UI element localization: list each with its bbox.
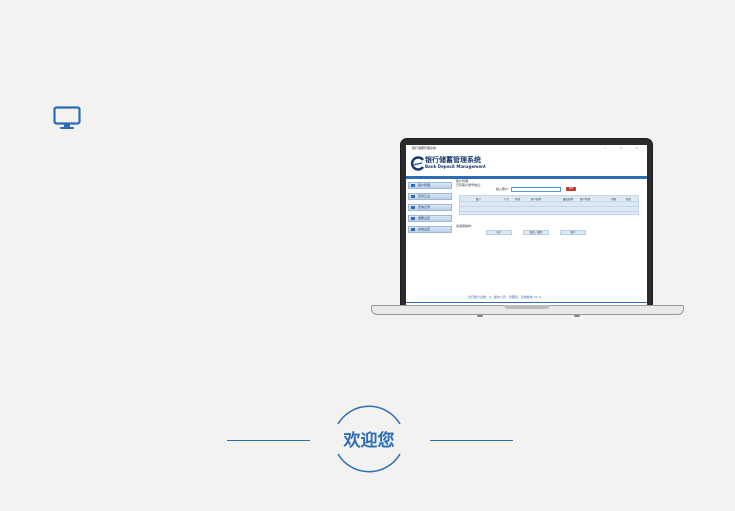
sidebar-item-customer[interactable]: 客户管理 bbox=[408, 182, 452, 189]
sidebar: 客户管理 存款汇总 查询记录 储蓄设置 系统设置 bbox=[408, 182, 452, 300]
withdraw-delete-button[interactable]: 取款、删除 bbox=[523, 230, 549, 235]
nav-icon bbox=[411, 184, 415, 187]
nav-icon bbox=[411, 195, 415, 198]
status-footer: 当日账户总数：0，操作人员：管理员，系统版本 V1.0 bbox=[468, 295, 541, 299]
table-row[interactable] bbox=[460, 201, 638, 202]
nav-icon bbox=[411, 228, 415, 231]
laptop-foot bbox=[477, 315, 483, 317]
table-row[interactable] bbox=[460, 211, 638, 212]
laptop-screen: 银行储蓄管理系统 — □ × 银行储蓄管理系统 Bank Deposit Man… bbox=[406, 145, 647, 305]
sidebar-item-system-settings[interactable]: 系统设置 bbox=[408, 226, 452, 233]
header-bar bbox=[406, 176, 647, 179]
app-name-en: Bank Deposit Management bbox=[425, 164, 486, 169]
close-account-button[interactable]: 销户 bbox=[560, 230, 586, 235]
bank-logo-icon bbox=[410, 156, 425, 171]
table-row[interactable] bbox=[460, 206, 638, 207]
account-input[interactable] bbox=[511, 187, 561, 192]
sidebar-item-deposit-summary[interactable]: 存款汇总 bbox=[408, 193, 452, 200]
account-input-label: 输入账户: bbox=[496, 187, 510, 191]
accounts-table: 账户 户主 存款 开户日期 最近日期 客户经理 余额 状态 bbox=[459, 195, 639, 215]
nav-icon bbox=[411, 206, 415, 209]
window-title: 银行储蓄管理系统 bbox=[412, 146, 437, 150]
sidebar-item-savings-settings[interactable]: 储蓄设置 bbox=[408, 215, 452, 222]
operations-label: 请选择操作: bbox=[456, 224, 473, 228]
laptop-notch bbox=[504, 305, 550, 309]
monitor-icon bbox=[53, 106, 81, 129]
welcome-line-left bbox=[227, 440, 310, 441]
welcome-text: 欢迎您 bbox=[343, 431, 395, 451]
window-controls[interactable]: — □ × bbox=[604, 146, 644, 150]
welcome-line-right bbox=[430, 440, 513, 441]
nav-icon bbox=[411, 217, 415, 220]
sidebar-item-query[interactable]: 查询记录 bbox=[408, 204, 452, 211]
query-button[interactable]: 查询 bbox=[566, 187, 576, 191]
bottom-divider bbox=[406, 302, 647, 303]
laptop-foot bbox=[574, 315, 580, 317]
section-subtitle: 已存客户账号信息: bbox=[456, 183, 482, 187]
deposit-button[interactable]: 存户 bbox=[486, 230, 512, 235]
